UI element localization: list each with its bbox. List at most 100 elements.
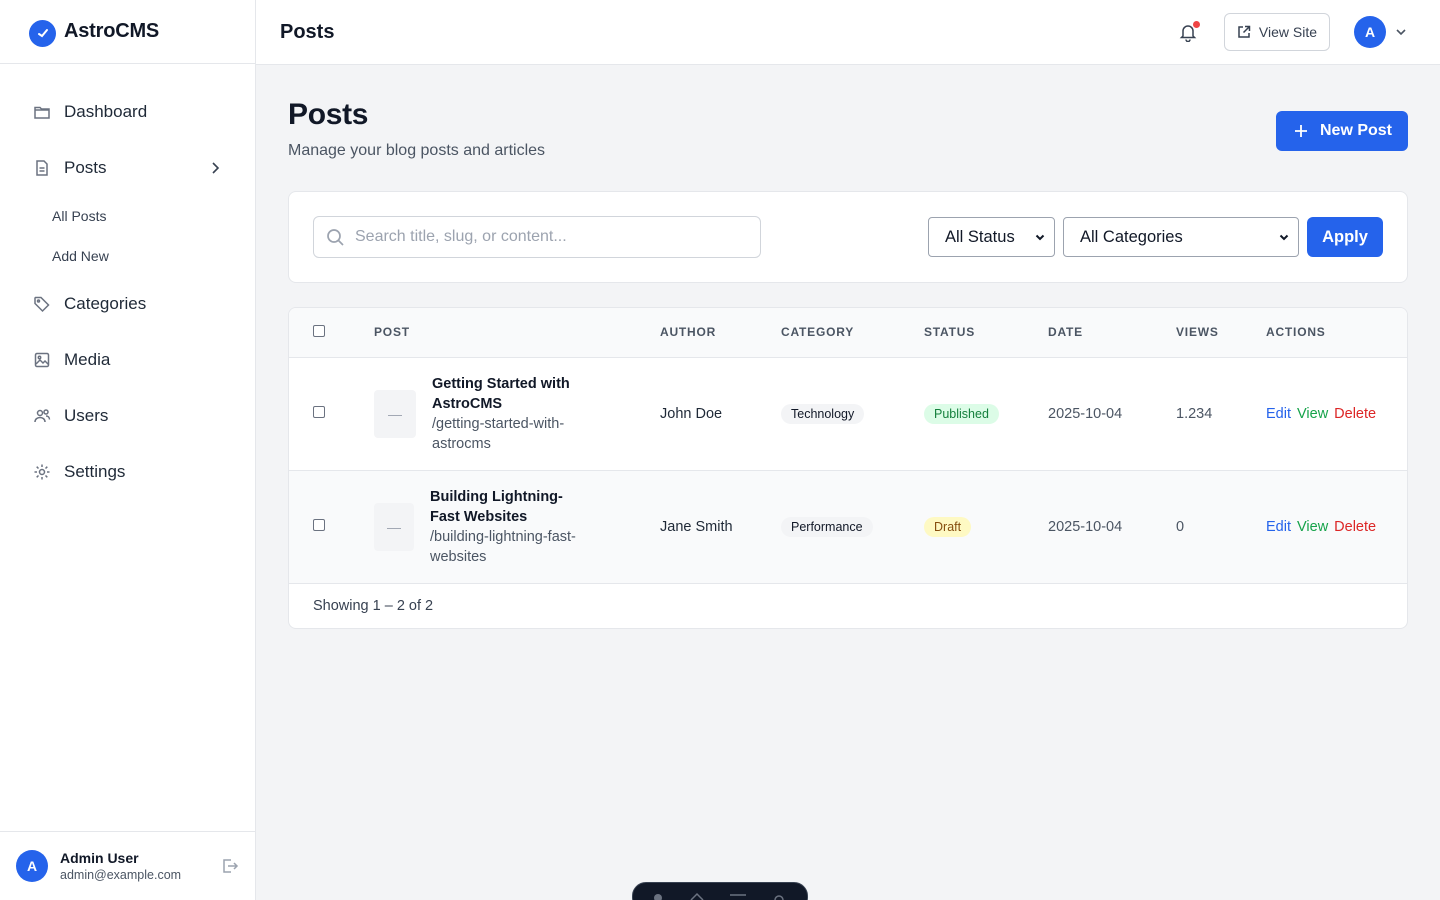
notification-dot xyxy=(1192,21,1200,28)
category-select-value: All Categories xyxy=(1080,227,1183,246)
chevron-right-icon[interactable] xyxy=(207,160,223,176)
chevron-down-icon[interactable] xyxy=(1394,25,1408,39)
select-all-cell xyxy=(289,308,374,357)
sidebar-item-label: Users xyxy=(64,406,109,425)
category-badge: Performance xyxy=(781,516,873,537)
row-checkbox[interactable] xyxy=(313,405,325,418)
column-header[interactable]: DATE xyxy=(1048,308,1176,357)
sidebar-item-label: Dashboard xyxy=(64,102,148,121)
status-badge: Draft xyxy=(924,516,972,537)
post-thumbnail: — xyxy=(374,389,416,438)
toolbar-icon[interactable] xyxy=(689,891,705,900)
brand-name: AstroCMS xyxy=(64,20,160,42)
main-content: Posts Manage your blog posts and article… xyxy=(288,96,1408,629)
edit-link[interactable]: Edit xyxy=(1266,406,1291,422)
user-avatar[interactable]: A xyxy=(1354,16,1386,48)
sidebar-item-label: Posts xyxy=(64,158,107,177)
posts-table-card: POST AUTHOR CATEGORY STATUS DATE VIEWS A… xyxy=(288,307,1408,629)
row-checkbox[interactable] xyxy=(313,518,325,531)
user-name: Admin User xyxy=(60,850,139,866)
post-title[interactable]: Getting Started with AstroCMS xyxy=(432,374,592,414)
avatar[interactable]: A xyxy=(16,850,48,882)
post-date: 2025-10-04 xyxy=(1048,405,1123,422)
category-badge: Technology xyxy=(781,403,865,424)
delete-link[interactable]: Delete xyxy=(1334,519,1376,535)
post-author: John Doe xyxy=(660,405,723,422)
status-select[interactable]: All Status xyxy=(928,217,1055,257)
status-select-value: All Status xyxy=(945,227,1015,246)
header-title: Posts xyxy=(280,20,335,43)
sidebar-user: A Admin User admin@example.com xyxy=(0,831,255,900)
view-site-label: View Site xyxy=(1258,24,1317,40)
column-header[interactable]: AUTHOR xyxy=(660,308,781,357)
menu-icon[interactable] xyxy=(729,891,747,900)
sidebar-subitem-all-posts[interactable]: All Posts xyxy=(0,196,255,236)
sidebar: AstroCMS Dashboard Posts All Posts Add N… xyxy=(0,0,256,900)
folder-icon xyxy=(32,102,52,122)
sidebar-subitem-add-new[interactable]: Add New xyxy=(0,236,255,276)
bell-icon[interactable] xyxy=(1176,20,1200,44)
astro-logo-icon xyxy=(29,19,56,47)
select-all-checkbox[interactable] xyxy=(313,324,325,337)
new-post-label: New Post xyxy=(1319,122,1392,139)
table-header-row: POST AUTHOR CATEGORY STATUS DATE VIEWS A… xyxy=(289,308,1407,357)
apply-button[interactable]: Apply xyxy=(1307,217,1383,257)
view-link[interactable]: View xyxy=(1297,406,1328,422)
tag-icon xyxy=(32,294,52,314)
column-header: ACTIONS xyxy=(1266,325,1326,340)
sidebar-item-media[interactable]: Media xyxy=(0,332,255,388)
status-badge: Published xyxy=(924,403,999,424)
users-icon xyxy=(32,406,52,426)
post-views: 0 xyxy=(1176,518,1185,535)
brand[interactable]: AstroCMS xyxy=(0,0,255,64)
delete-link[interactable]: Delete xyxy=(1334,406,1376,422)
view-link[interactable]: View xyxy=(1297,519,1328,535)
table-row: — Building Lightning-Fast Websites /buil… xyxy=(289,470,1407,583)
sidebar-item-categories[interactable]: Categories xyxy=(0,276,255,332)
post-author: Jane Smith xyxy=(660,518,733,535)
user-email: admin@example.com xyxy=(60,868,182,882)
plus-icon xyxy=(1294,124,1308,138)
sidebar-item-label: Media xyxy=(64,350,111,369)
post-date: 2025-10-04 xyxy=(1048,518,1123,535)
chevron-down-icon xyxy=(1278,231,1290,243)
sidebar-item-dashboard[interactable]: Dashboard xyxy=(0,84,255,140)
column-header[interactable]: STATUS xyxy=(924,308,1048,357)
search-box xyxy=(313,216,761,258)
column-header[interactable]: VIEWS xyxy=(1176,308,1266,357)
column-header[interactable]: CATEGORY xyxy=(781,308,924,357)
post-thumbnail: — xyxy=(374,502,414,551)
view-site-button[interactable]: View Site xyxy=(1223,13,1330,51)
page-title: Posts xyxy=(288,98,369,131)
logout-icon[interactable] xyxy=(221,857,239,875)
post-cell: — Getting Started with AstroCMS /getting… xyxy=(374,374,660,454)
post-title[interactable]: Building Lightning-Fast Websites xyxy=(430,487,590,527)
posts-table: POST AUTHOR CATEGORY STATUS DATE VIEWS A… xyxy=(289,308,1407,584)
column-header[interactable]: POST xyxy=(374,308,660,357)
gear-icon[interactable] xyxy=(771,891,787,900)
topbar: Posts View Site A xyxy=(256,0,1440,65)
post-slug: /getting-started-with-astrocms xyxy=(432,415,565,452)
page-subtitle: Manage your blog posts and articles xyxy=(288,142,546,159)
filter-bar: All Status All Categories Apply xyxy=(288,191,1408,283)
post-views: 1.234 xyxy=(1176,405,1213,422)
table-row: — Getting Started with AstroCMS /getting… xyxy=(289,357,1407,470)
search-input[interactable] xyxy=(355,228,760,246)
sidebar-item-users[interactable]: Users xyxy=(0,388,255,444)
category-select[interactable]: All Categories xyxy=(1063,217,1299,257)
new-post-button[interactable]: New Post xyxy=(1275,111,1408,151)
post-slug: /building-lightning-fast-websites xyxy=(430,528,576,565)
sidebar-item-label: Settings xyxy=(64,462,126,481)
dev-toolbar[interactable] xyxy=(632,882,808,900)
sidebar-item-settings[interactable]: Settings xyxy=(0,444,255,500)
user-info: Admin User admin@example.com xyxy=(60,850,221,882)
sidebar-item-posts[interactable]: Posts xyxy=(0,140,255,196)
toolbar-icon[interactable] xyxy=(651,891,665,900)
search-icon xyxy=(326,228,345,247)
image-icon xyxy=(32,350,52,370)
chevron-down-icon xyxy=(1034,231,1046,243)
pagination-summary: Showing 1 – 2 of 2 xyxy=(313,597,434,614)
page-header: Posts Manage your blog posts and article… xyxy=(288,96,1408,160)
edit-link[interactable]: Edit xyxy=(1266,519,1291,535)
external-link-icon xyxy=(1237,25,1251,39)
